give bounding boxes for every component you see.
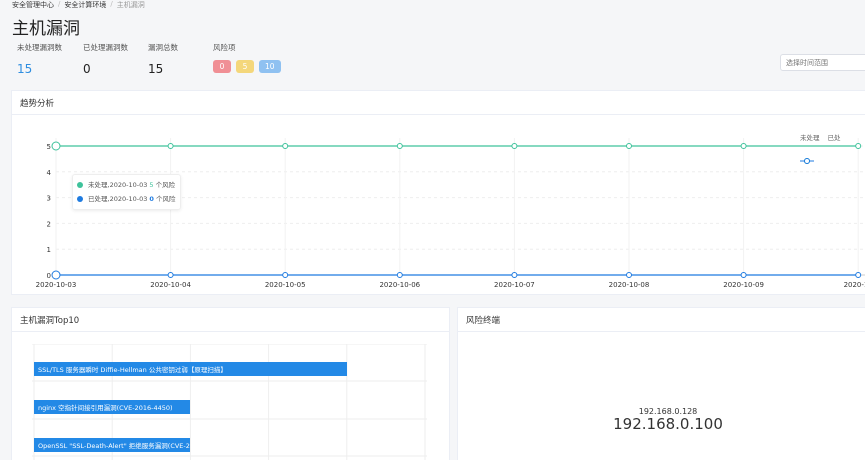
x-tick-label: 2020-10-08 bbox=[609, 281, 650, 289]
stat-total-label: 漏洞总数 bbox=[148, 43, 178, 52]
top10-bar[interactable]: SSL/TLS 服务器瞬时 Diffie-Hellman 公共密钥过弱【原理扫描… bbox=[34, 362, 347, 376]
series-point bbox=[282, 143, 289, 149]
y-tick-label: 0 bbox=[47, 272, 51, 280]
stat-unhandled-value[interactable]: 15 bbox=[17, 62, 62, 76]
stat-unhandled: 未处理漏洞数 15 bbox=[17, 42, 62, 76]
legend-label-handled: 已处 bbox=[827, 134, 841, 142]
series-point bbox=[167, 143, 174, 149]
x-tick-label: 2020-10-05 bbox=[265, 281, 306, 289]
series-point bbox=[511, 272, 518, 278]
risk-terminal-ip-big[interactable]: 192.168.0.100 bbox=[458, 415, 865, 433]
series-point bbox=[855, 143, 862, 149]
x-tick-label: 2020-10-03 bbox=[36, 281, 77, 289]
tooltip-row-unhandled-value: 5 bbox=[149, 181, 154, 189]
series-point bbox=[282, 272, 289, 278]
y-tick-label: 2 bbox=[47, 220, 51, 228]
y-tick-label: 3 bbox=[47, 195, 51, 203]
tooltip-row-unhandled: 未处理,2020-10-03 5 个风险 bbox=[77, 178, 176, 192]
top10-bar[interactable]: OpenSSL "SSL-Death-Alert" 拒绝服务漏洞(CVE-201… bbox=[34, 438, 191, 452]
tooltip-row-handled-suffix: 个风险 bbox=[156, 195, 176, 203]
tooltip-dot-icon bbox=[77, 196, 83, 202]
risk-badge-medium: 5 bbox=[236, 60, 254, 73]
series-point bbox=[396, 143, 403, 149]
stat-risk-label: 风险项 bbox=[213, 43, 236, 52]
series-point bbox=[167, 272, 174, 278]
series-point bbox=[51, 141, 61, 151]
chart-tooltip: 未处理,2020-10-03 5 个风险 已处理,2020-10-03 0 个风… bbox=[72, 174, 181, 210]
top10-card-title: 主机漏洞Top10 bbox=[12, 308, 449, 332]
legend-line-icon bbox=[800, 158, 814, 164]
stat-handled-label: 已处理漏洞数 bbox=[83, 43, 128, 52]
series-point bbox=[855, 272, 862, 278]
x-tick-label: 2020-10-09 bbox=[723, 281, 764, 289]
stat-total: 漏洞总数 15 bbox=[148, 42, 178, 76]
legend-item-handled[interactable]: 已处 bbox=[800, 132, 841, 164]
risk-badges: 0 5 10 bbox=[213, 60, 281, 73]
top10-bar[interactable]: nginx 空指针间接引用漏洞(CVE-2016-4450) bbox=[34, 400, 191, 414]
legend-label-unhandled: 未处理 bbox=[800, 134, 820, 142]
series-point bbox=[511, 143, 518, 149]
tooltip-row-unhandled-suffix: 个风险 bbox=[155, 181, 176, 189]
risk-badge-low: 10 bbox=[259, 60, 281, 73]
y-tick-label: 5 bbox=[47, 143, 51, 151]
series-point bbox=[740, 272, 747, 278]
tooltip-row-handled: 已处理,2020-10-03 0 个风险 bbox=[77, 192, 176, 206]
date-range-input[interactable] bbox=[780, 54, 865, 71]
breadcrumb-item-current: 主机漏洞 bbox=[116, 1, 145, 9]
tooltip-row-handled-value: 0 bbox=[149, 195, 154, 203]
breadcrumb-item-compute-env[interactable]: 安全计算环境 bbox=[64, 0, 106, 10]
breadcrumb: 安全管理中心 / 安全计算环境 / 主机漏洞 bbox=[12, 0, 145, 10]
risk-terminal-card: 风险终端 192.168.0.128 192.168.0.100 bbox=[457, 307, 865, 460]
series-point bbox=[626, 143, 632, 149]
series-point bbox=[396, 272, 403, 278]
stat-total-value: 15 bbox=[148, 62, 164, 76]
stat-handled: 已处理漏洞数 0 bbox=[83, 42, 128, 76]
series-point bbox=[626, 272, 632, 278]
stat-risk: 风险项 0 5 10 bbox=[213, 42, 281, 73]
y-tick-label: 1 bbox=[47, 246, 51, 254]
page: 安全管理中心 / 安全计算环境 / 主机漏洞 主机漏洞 未处理漏洞数 15 已处… bbox=[0, 0, 865, 460]
x-tick-label: 2020-10-04 bbox=[150, 281, 191, 289]
x-tick-label: 2020-10-07 bbox=[494, 281, 535, 289]
y-tick-label: 4 bbox=[47, 169, 52, 177]
breadcrumb-separator: / bbox=[58, 0, 61, 8]
trend-card-title: 趋势分析 bbox=[12, 91, 865, 115]
stat-unhandled-label: 未处理漏洞数 bbox=[17, 43, 62, 52]
breadcrumb-item-security-center[interactable]: 安全管理中心 bbox=[12, 0, 54, 10]
risk-terminal-card-title: 风险终端 bbox=[458, 308, 865, 332]
x-tick-label: 2020-10 bbox=[844, 281, 865, 289]
tooltip-row-unhandled-label: 未处理,2020-10-03 bbox=[88, 181, 148, 189]
series-point bbox=[740, 143, 747, 149]
trend-card: 趋势分析 0 1 2 3 4 5 2020-10-03 2020-10-04 2020-10-0… bbox=[11, 90, 865, 295]
legend-item-unhandled[interactable]: 未处理 bbox=[800, 132, 820, 164]
x-tick-label: 2020-10-06 bbox=[379, 281, 420, 289]
stat-handled-value: 0 bbox=[83, 62, 91, 76]
breadcrumb-separator: / bbox=[110, 0, 113, 8]
page-title: 主机漏洞 bbox=[12, 19, 80, 39]
top10-bar-chart: SSL/TLS 服务器瞬时 Diffie-Hellman 公共密钥过弱【原理扫描… bbox=[32, 344, 427, 460]
series-point bbox=[51, 270, 61, 280]
tooltip-row-handled-label: 已处理,2020-10-03 bbox=[88, 195, 148, 203]
risk-badge-high: 0 bbox=[213, 60, 231, 73]
top10-card: 主机漏洞Top10 SSL/TLS 服务器瞬时 Diffie-Hellman 公… bbox=[11, 307, 450, 460]
tooltip-dot-icon bbox=[77, 182, 83, 188]
trend-legend: 未处理 已处 bbox=[800, 132, 841, 164]
